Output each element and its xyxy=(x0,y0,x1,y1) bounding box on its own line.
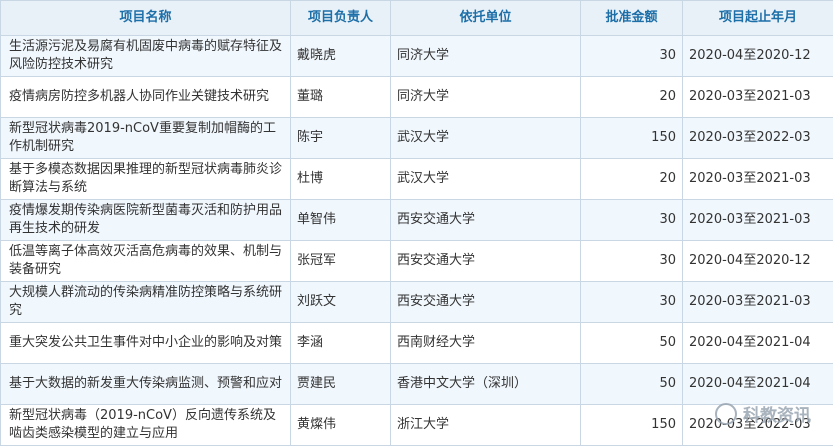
cell-leader: 单智伟 xyxy=(290,199,391,241)
cell-period: 2020-03至2021-03 xyxy=(682,158,833,200)
cell-leader: 黄燦伟 xyxy=(290,404,391,446)
cell-project-name: 新型冠状病毒（2019-nCoV）反向遗传系统及啮齿类感染模型的建立与应用 xyxy=(0,404,291,446)
cell-period: 2020-04至2020-12 xyxy=(682,35,833,77)
cell-period: 2020-03至2022-03 xyxy=(682,117,833,159)
cell-leader: 戴晓虎 xyxy=(290,35,391,77)
cell-leader: 刘跃文 xyxy=(290,281,391,323)
cell-leader: 杜博 xyxy=(290,158,391,200)
header-project-name[interactable]: 项目名称 xyxy=(0,0,291,36)
cell-leader: 李涵 xyxy=(290,322,391,364)
header-project-leader[interactable]: 项目负责人 xyxy=(290,0,391,36)
cell-leader: 贾建民 xyxy=(290,363,391,405)
cell-amount: 50 xyxy=(580,322,683,364)
cell-institution: 同济大学 xyxy=(390,76,581,118)
cell-leader: 张冠军 xyxy=(290,240,391,282)
cell-amount: 30 xyxy=(580,240,683,282)
cell-period: 2020-03至2021-03 xyxy=(682,199,833,241)
cell-institution: 西安交通大学 xyxy=(390,199,581,241)
table-row: 生活源污泥及易腐有机固废中病毒的赋存特征及风险防控技术研究 戴晓虎 同济大学 3… xyxy=(0,35,833,77)
table-row: 新型冠状病毒2019-nCoV重要复制加帽酶的工作机制研究 陈宇 武汉大学 15… xyxy=(0,117,833,159)
cell-project-name: 低温等离子体高效灭活高危病毒的效果、机制与装备研究 xyxy=(0,240,291,282)
cell-amount: 20 xyxy=(580,158,683,200)
cell-period: 2020-04至2021-04 xyxy=(682,322,833,364)
cell-amount: 30 xyxy=(580,281,683,323)
cell-institution: 西安交通大学 xyxy=(390,281,581,323)
table-row: 新型冠状病毒（2019-nCoV）反向遗传系统及啮齿类感染模型的建立与应用 黄燦… xyxy=(0,404,833,446)
cell-period: 2020-04至2021-04 xyxy=(682,363,833,405)
cell-institution: 浙江大学 xyxy=(390,404,581,446)
watermark: 科教资讯 xyxy=(715,401,811,426)
cell-project-name: 重大突发公共卫生事件对中小企业的影响及对策 xyxy=(0,322,291,364)
cell-amount: 150 xyxy=(580,117,683,159)
cell-amount: 50 xyxy=(580,363,683,405)
cell-amount: 30 xyxy=(580,35,683,77)
cell-project-name: 疫情病房防控多机器人协同作业关键技术研究 xyxy=(0,76,291,118)
table-row: 疫情病房防控多机器人协同作业关键技术研究 董璐 同济大学 20 2020-03至… xyxy=(0,76,833,118)
table-row: 重大突发公共卫生事件对中小企业的影响及对策 李涵 西南财经大学 50 2020-… xyxy=(0,322,833,364)
cell-institution: 西安交通大学 xyxy=(390,240,581,282)
cell-institution: 同济大学 xyxy=(390,35,581,77)
cell-institution: 香港中文大学（深圳） xyxy=(390,363,581,405)
cell-amount: 20 xyxy=(580,76,683,118)
cell-project-name: 生活源污泥及易腐有机固废中病毒的赋存特征及风险防控技术研究 xyxy=(0,35,291,77)
cell-project-name: 新型冠状病毒2019-nCoV重要复制加帽酶的工作机制研究 xyxy=(0,117,291,159)
header-row: 项目名称 项目负责人 依托单位 批准金额 项目起止年月 xyxy=(0,0,833,36)
cell-project-name: 基于大数据的新发重大传染病监测、预警和应对 xyxy=(0,363,291,405)
cell-leader: 董璐 xyxy=(290,76,391,118)
cell-leader: 陈宇 xyxy=(290,117,391,159)
table-row: 基于大数据的新发重大传染病监测、预警和应对 贾建民 香港中文大学（深圳） 50 … xyxy=(0,363,833,405)
wechat-icon xyxy=(715,402,737,425)
header-approved-amount[interactable]: 批准金额 xyxy=(580,0,683,36)
cell-period: 2020-03至2021-03 xyxy=(682,281,833,323)
cell-amount: 150 xyxy=(580,404,683,446)
watermark-text: 科教资讯 xyxy=(743,406,811,426)
table-row: 疫情爆发期传染病医院新型菌毒灭活和防护用品再生技术的研发 单智伟 西安交通大学 … xyxy=(0,199,833,241)
cell-institution: 武汉大学 xyxy=(390,117,581,159)
cell-period: 2020-03至2021-03 xyxy=(682,76,833,118)
table-row: 低温等离子体高效灭活高危病毒的效果、机制与装备研究 张冠军 西安交通大学 30 … xyxy=(0,240,833,282)
project-table: 项目名称 项目负责人 依托单位 批准金额 项目起止年月 生活源污泥及易腐有机固废… xyxy=(0,0,833,446)
cell-project-name: 大规模人群流动的传染病精准防控策略与系统研究 xyxy=(0,281,291,323)
cell-project-name: 基于多模态数据因果推理的新型冠状病毒肺炎诊断算法与系统 xyxy=(0,158,291,200)
table-row: 基于多模态数据因果推理的新型冠状病毒肺炎诊断算法与系统 杜博 武汉大学 20 2… xyxy=(0,158,833,200)
table-row: 大规模人群流动的传染病精准防控策略与系统研究 刘跃文 西安交通大学 30 202… xyxy=(0,281,833,323)
cell-project-name: 疫情爆发期传染病医院新型菌毒灭活和防护用品再生技术的研发 xyxy=(0,199,291,241)
cell-institution: 武汉大学 xyxy=(390,158,581,200)
header-institution[interactable]: 依托单位 xyxy=(390,0,581,36)
header-project-period[interactable]: 项目起止年月 xyxy=(682,0,833,36)
cell-amount: 30 xyxy=(580,199,683,241)
cell-period: 2020-04至2020-12 xyxy=(682,240,833,282)
cell-institution: 西南财经大学 xyxy=(390,322,581,364)
